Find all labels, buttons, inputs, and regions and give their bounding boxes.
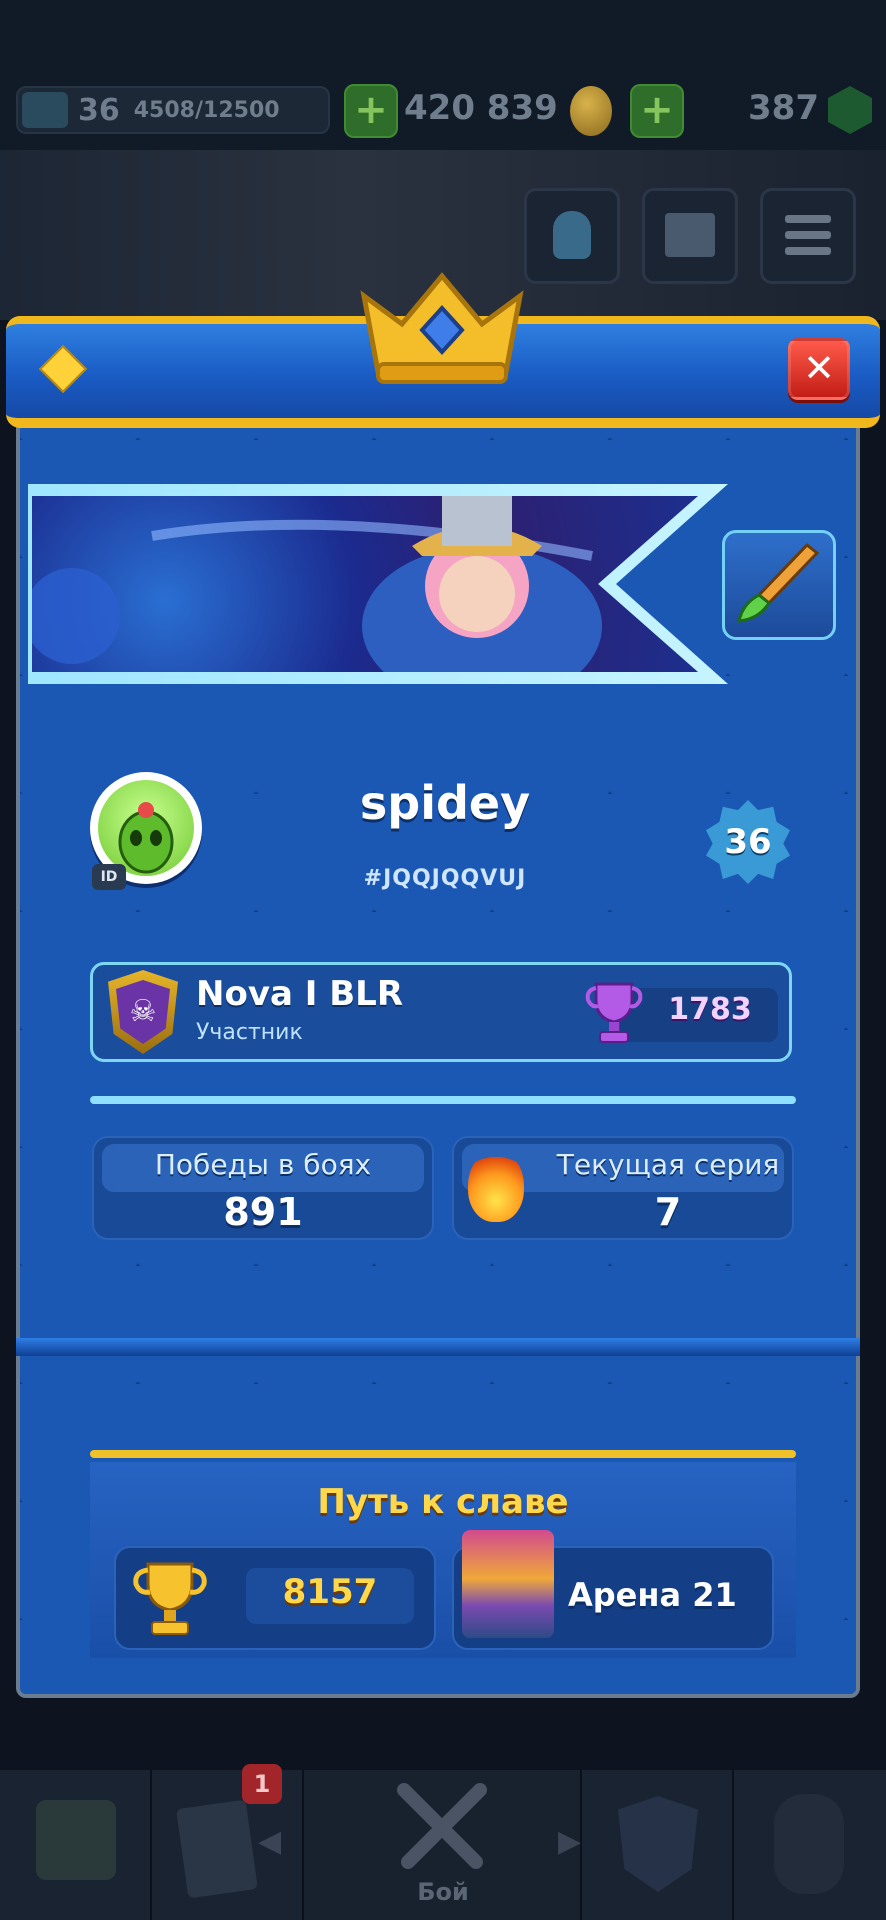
section-separator [16, 1338, 860, 1356]
hamburger-icon [785, 215, 831, 223]
battle-label: Бой [417, 1878, 469, 1906]
gold-amount: 420 839 [404, 88, 558, 128]
edit-banner-button[interactable] [722, 530, 836, 640]
current-streak-value: 7 [654, 1190, 682, 1234]
xp-progress: 4508/12500 [133, 97, 280, 123]
arena-name: Арена 21 [568, 1576, 737, 1614]
battle-wins-label: Победы в боях [154, 1148, 372, 1181]
clan-nav-icon [618, 1796, 698, 1892]
add-gold-button[interactable]: + [344, 84, 398, 138]
newspaper-icon [665, 213, 715, 257]
cards-icon [176, 1799, 258, 1899]
clan-trophy-count: 1783 [668, 992, 752, 1027]
close-button[interactable]: ✕ [788, 338, 850, 400]
add-gems-button[interactable]: + [630, 84, 684, 138]
news-button[interactable] [642, 188, 738, 284]
paintbrush-icon [737, 542, 820, 623]
cards-notification-badge: 1 [242, 1764, 282, 1804]
cactus-avatar-icon [98, 780, 194, 876]
nav-right-arrow[interactable]: ▶ [558, 1824, 581, 1859]
nav-left-arrow[interactable]: ◀ [258, 1824, 281, 1859]
current-streak-label: Текущая серия [556, 1148, 780, 1181]
trophy-count: 8157 [282, 1572, 378, 1612]
crown-icon [360, 272, 524, 384]
nav-clan[interactable] [582, 1770, 734, 1920]
player-tag[interactable]: #JQQJQQVUJ [250, 866, 640, 891]
crossed-swords-icon [397, 1783, 487, 1869]
gold-trophy-icon [133, 1562, 207, 1635]
profile-banner [32, 496, 698, 672]
flame-icon [468, 1150, 524, 1222]
nav-events[interactable] [734, 1770, 886, 1920]
banner-character-art [32, 496, 602, 672]
clan-role: Участник [196, 1020, 303, 1045]
nav-shop[interactable] [0, 1770, 152, 1920]
purple-trophy-icon [585, 982, 643, 1043]
divider [90, 1096, 796, 1104]
gold-coin-icon [570, 86, 612, 136]
top-resource-bar: 36 4508/12500 + 420 839 + 387 [0, 0, 886, 160]
path-of-glory-title: Путь к славе [317, 1482, 569, 1522]
level-xp-bar: 36 4508/12500 [16, 86, 330, 134]
battle-wins-value: 891 [223, 1190, 303, 1234]
laurel-icon [774, 1794, 844, 1894]
player-name: spidey [359, 776, 531, 830]
id-badge[interactable]: ID [92, 864, 126, 890]
battle-wins-stat: Победы в боях 891 [92, 1136, 434, 1240]
menu-button[interactable] [760, 188, 856, 284]
clan-name: Nova I BLR [196, 974, 404, 1014]
friends-icon [553, 211, 591, 259]
player-level-small: 36 [78, 92, 120, 128]
friends-button[interactable] [524, 188, 620, 284]
gem-icon [828, 86, 872, 134]
crown-icon [22, 92, 68, 128]
gem-amount: 387 [748, 88, 819, 128]
chest-icon [36, 1800, 116, 1880]
arena-icon [462, 1530, 554, 1638]
glory-bar [90, 1450, 796, 1458]
